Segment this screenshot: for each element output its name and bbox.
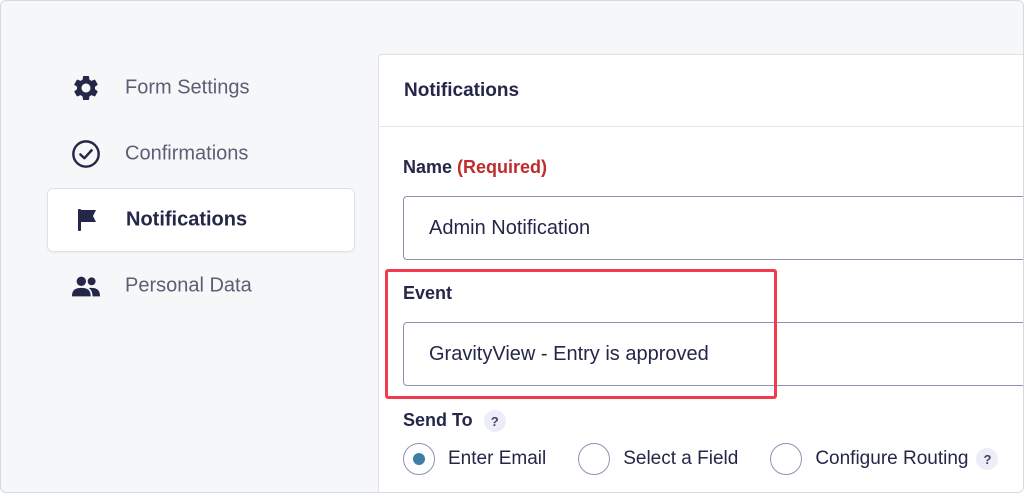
event-field-label: Event [403,283,453,303]
panel-header: Notifications [379,55,1023,127]
sidebar-item-label: Form Settings [125,76,250,99]
settings-sidebar: Form Settings Confirmations Notification… [47,56,355,320]
radio-label: Select a Field [623,448,739,469]
sidebar-item-label: Personal Data [125,274,252,297]
event-select-value: GravityView - Entry is approved [429,342,709,365]
flag-icon [72,205,102,235]
radio-button[interactable] [770,443,803,475]
app-frame: Form Settings Confirmations Notification… [0,0,1024,493]
sidebar-item-form-settings[interactable]: Form Settings [47,56,355,120]
sidebar-item-notifications[interactable]: Notifications [47,188,355,252]
help-icon[interactable]: ? [483,410,506,433]
send-to-options: Enter Email Select a Field Configure Rou… [403,443,999,475]
radio-option-enter-email[interactable]: Enter Email [403,443,546,475]
name-field-label: Name (Required) [403,157,547,178]
check-circle-icon [71,139,101,169]
users-icon [71,271,101,301]
sidebar-item-confirmations[interactable]: Confirmations [47,122,355,186]
radio-option-configure-routing[interactable]: Configure Routing ? [770,443,999,475]
radio-label: Configure Routing [815,448,969,469]
event-select[interactable]: GravityView - Entry is approved [403,322,1023,386]
sidebar-item-personal-data[interactable]: Personal Data [47,254,355,318]
name-input-value: Admin Notification [429,216,591,239]
radio-option-select-field[interactable]: Select a Field [578,443,738,475]
help-icon[interactable]: ? [976,448,999,470]
radio-dot [413,453,425,465]
required-indicator: (Required) [457,157,548,177]
sidebar-item-label: Notifications [126,208,248,231]
radio-button-selected[interactable] [403,443,435,475]
send-to-label-text: Send To [403,410,473,430]
sidebar-item-label: Confirmations [125,142,249,165]
name-label-text: Name [403,157,453,177]
name-input[interactable]: Admin Notification [403,196,1023,260]
radio-button[interactable] [578,443,611,475]
panel-title: Notifications [404,79,520,101]
send-to-label: Send To ? [403,410,506,433]
gear-icon [71,73,101,103]
notification-settings-panel: Notifications Name (Required) Admin Noti… [378,54,1023,492]
radio-label: Enter Email [448,448,547,469]
